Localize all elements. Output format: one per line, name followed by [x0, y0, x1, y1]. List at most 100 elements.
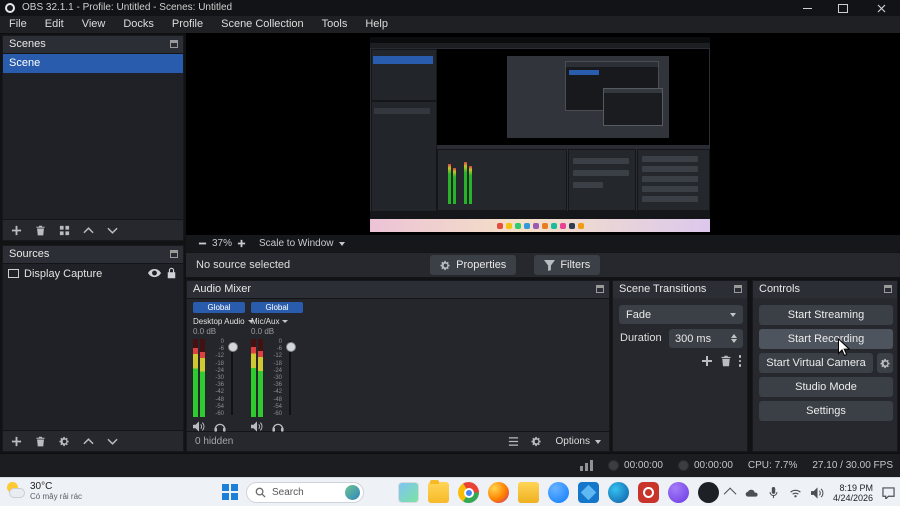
- sources-dock: Sources Display Capture: [2, 245, 184, 452]
- source-list: Display Capture: [3, 263, 183, 431]
- menu-file[interactable]: File: [0, 16, 36, 33]
- channel-name-dropdown[interactable]: Mic/Aux: [251, 315, 303, 327]
- edge-icon[interactable]: [608, 482, 629, 503]
- controls-dock: Controls Start Streaming Start Recording…: [752, 280, 898, 452]
- menu-tools[interactable]: Tools: [313, 16, 357, 33]
- maximize-button[interactable]: [826, 0, 860, 16]
- dock-popout-icon[interactable]: [170, 40, 178, 48]
- menu-scene-collection[interactable]: Scene Collection: [212, 16, 313, 33]
- start-streaming-button[interactable]: Start Streaming: [759, 305, 893, 325]
- remove-source-icon[interactable]: [35, 436, 46, 447]
- minimize-button[interactable]: [790, 0, 824, 16]
- scenes-dock-title: Scenes: [9, 38, 46, 50]
- source-properties-gear-icon[interactable]: [59, 436, 70, 447]
- spin-down-icon[interactable]: [731, 339, 737, 343]
- messenger-icon[interactable]: [548, 482, 569, 503]
- transition-type-dropdown[interactable]: Fade: [619, 305, 743, 324]
- move-source-up-icon[interactable]: [83, 436, 94, 447]
- remove-transition-icon[interactable]: [720, 355, 732, 367]
- lock-icon[interactable]: [167, 267, 176, 279]
- tray-chevron-up-icon[interactable]: [723, 487, 737, 501]
- channel-name-dropdown[interactable]: Desktop Audio: [193, 315, 254, 327]
- dock-popout-icon[interactable]: [734, 285, 742, 293]
- menu-edit[interactable]: Edit: [36, 16, 73, 33]
- discord-icon[interactable]: [668, 482, 689, 503]
- dock-popout-icon[interactable]: [884, 285, 892, 293]
- mixer-settings-gear-icon[interactable]: [530, 436, 542, 447]
- wifi-icon[interactable]: [789, 487, 802, 499]
- folder-icon[interactable]: [518, 482, 539, 503]
- grid-mode-icon[interactable]: [59, 225, 70, 236]
- display-capture-icon: [8, 269, 19, 278]
- microphone-icon[interactable]: [767, 486, 780, 499]
- zoom-out-icon[interactable]: [198, 239, 207, 248]
- add-scene-icon[interactable]: [11, 225, 22, 236]
- transition-menu-kebab-icon[interactable]: [738, 355, 741, 367]
- vscode-icon[interactable]: [578, 482, 599, 503]
- mixer-channel-mic-aux: Global Mic/Aux 0.0 dB 0 -6 -12 -18 -24 -30 -36…: [251, 302, 303, 432]
- mute-speaker-icon[interactable]: [193, 421, 205, 432]
- notification-center-icon[interactable]: [882, 486, 895, 499]
- sources-toolbar: [3, 432, 183, 451]
- slider-knob[interactable]: [286, 342, 296, 352]
- start-recording-button[interactable]: Start Recording: [759, 329, 893, 349]
- selected-source-bar: No source selected Properties Filters: [186, 252, 900, 278]
- settings-button[interactable]: Settings: [759, 401, 893, 421]
- chrome-icon[interactable]: [458, 482, 479, 503]
- visibility-eye-icon[interactable]: [148, 268, 161, 278]
- menu-docks[interactable]: Docks: [114, 16, 163, 33]
- preview-canvas[interactable]: [186, 33, 900, 235]
- zoom-in-icon[interactable]: [237, 239, 246, 248]
- add-transition-icon[interactable]: [701, 355, 713, 367]
- studio-mode-button[interactable]: Studio Mode: [759, 377, 893, 397]
- close-button[interactable]: [864, 0, 898, 16]
- menu-view[interactable]: View: [73, 16, 115, 33]
- menu-profile[interactable]: Profile: [163, 16, 212, 33]
- duration-spinner[interactable]: 300 ms: [669, 329, 743, 348]
- volume-icon[interactable]: [810, 486, 824, 499]
- scene-list-item[interactable]: Scene: [3, 54, 183, 73]
- mixer-layout-icon[interactable]: [508, 436, 519, 447]
- source-list-item[interactable]: Display Capture: [3, 264, 183, 283]
- channel-level-readout: 0.0 dB: [193, 327, 217, 336]
- remove-scene-icon[interactable]: [35, 225, 46, 236]
- photos-icon[interactable]: [398, 482, 419, 503]
- move-source-down-icon[interactable]: [107, 436, 118, 447]
- menu-help[interactable]: Help: [356, 16, 397, 33]
- volume-slider[interactable]: [227, 339, 238, 417]
- volume-meter: 0 -6 -12 -18 -24 -30 -36 -42 -48 -54 -60: [193, 339, 245, 417]
- scene-list: Scene: [3, 53, 183, 220]
- add-source-icon[interactable]: [11, 436, 22, 447]
- stream-status-dot: [677, 460, 689, 471]
- stats-graph-icon[interactable]: [580, 460, 594, 471]
- properties-button[interactable]: Properties: [430, 255, 517, 275]
- volume-slider[interactable]: [285, 339, 296, 417]
- firefox-icon[interactable]: [488, 482, 509, 503]
- scale-mode-dropdown[interactable]: Scale to Window: [259, 238, 333, 249]
- mute-speaker-icon[interactable]: [251, 421, 263, 432]
- move-scene-down-icon[interactable]: [107, 225, 118, 236]
- file-explorer-icon[interactable]: [428, 480, 449, 503]
- start-button[interactable]: [222, 484, 238, 500]
- filters-button[interactable]: Filters: [534, 255, 601, 275]
- dock-popout-icon[interactable]: [170, 250, 178, 258]
- github-icon[interactable]: [698, 482, 719, 503]
- slider-knob[interactable]: [228, 342, 238, 352]
- taskbar-clock[interactable]: 8:19 PM 4/24/2026: [833, 483, 873, 503]
- start-virtual-camera-button[interactable]: Start Virtual Camera: [759, 353, 873, 373]
- onedrive-cloud-icon[interactable]: [745, 487, 758, 499]
- virtual-camera-settings-button[interactable]: [877, 353, 893, 373]
- audio-monitor-headphones-icon[interactable]: [214, 421, 226, 432]
- pinned-apps: [398, 480, 719, 503]
- spin-up-icon[interactable]: [731, 334, 737, 338]
- audio-monitor-headphones-icon[interactable]: [272, 421, 284, 432]
- obs-taskbar-icon[interactable]: [638, 482, 659, 503]
- move-scene-up-icon[interactable]: [83, 225, 94, 236]
- dock-popout-icon[interactable]: [596, 285, 604, 293]
- search-box[interactable]: Search: [246, 482, 364, 503]
- weather-widget[interactable]: 30°C Có mây rải rác: [6, 481, 82, 501]
- mouse-cursor: [838, 338, 850, 357]
- audio-mixer-dock: Audio Mixer Global Desktop Audio 0.0 dB …: [186, 280, 610, 452]
- no-source-status: No source selected: [196, 259, 291, 271]
- mixer-options-dropdown[interactable]: Options: [556, 436, 601, 447]
